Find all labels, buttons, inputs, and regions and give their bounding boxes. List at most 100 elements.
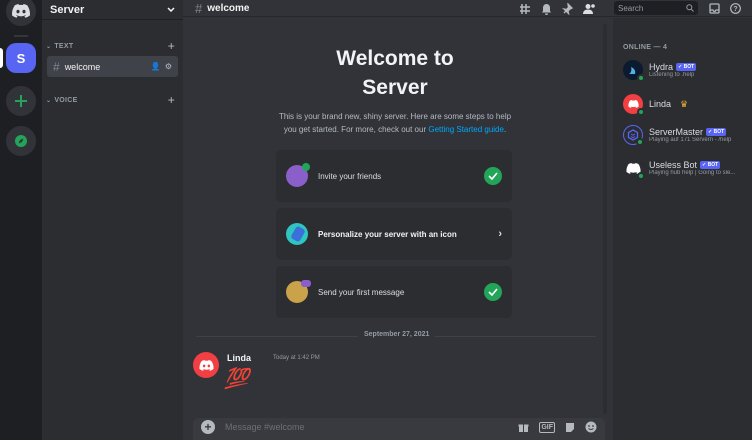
member-status: Playing hub help | Going to sle... bbox=[649, 170, 736, 176]
category-voice[interactable]: ⌄ VOICE + bbox=[42, 93, 183, 107]
add-server-button[interactable] bbox=[6, 86, 36, 116]
online-header: ONLINE — 4 bbox=[623, 44, 668, 51]
avatar bbox=[623, 158, 645, 180]
search-input[interactable]: Search bbox=[614, 1, 698, 15]
help-icon[interactable]: ? bbox=[730, 3, 741, 14]
member-status: Listening to .help bbox=[649, 72, 695, 78]
online-status-icon bbox=[637, 74, 645, 82]
member-name: Hydra bbox=[649, 62, 674, 72]
category-text-label: TEXT bbox=[54, 42, 74, 50]
add-text-channel-button[interactable]: + bbox=[168, 39, 175, 53]
step-label: Send your first message bbox=[318, 287, 405, 297]
online-status-icon bbox=[637, 172, 645, 180]
server-icon-button[interactable]: S bbox=[6, 43, 36, 73]
divider-date: September 27, 2021 bbox=[358, 331, 436, 338]
message-content: 💯 bbox=[224, 368, 249, 390]
message-input[interactable]: Message #welcome bbox=[225, 422, 305, 432]
gear-icon[interactable]: ⚙ bbox=[165, 62, 172, 71]
explore-servers-button[interactable] bbox=[6, 126, 36, 156]
upload-button[interactable]: + bbox=[201, 420, 215, 434]
server-name: Server bbox=[50, 3, 85, 16]
discord-home-button[interactable] bbox=[6, 0, 36, 26]
server-initial: S bbox=[16, 50, 26, 66]
gift-icon[interactable] bbox=[518, 422, 529, 433]
crown-icon: ♛ bbox=[680, 98, 689, 109]
welcome-subtitle: This is your brand new, shiny server. He… bbox=[270, 110, 520, 136]
inbox-icon[interactable] bbox=[709, 3, 720, 14]
member-linda[interactable]: Linda ♛ bbox=[623, 90, 752, 118]
bot-badge: ✓ BOT bbox=[700, 161, 721, 169]
online-status-icon bbox=[637, 108, 645, 116]
step-label: Personalize your server with an icon bbox=[318, 229, 457, 239]
gif-button[interactable]: GIF bbox=[539, 421, 555, 433]
message-timestamp: Today at 1:42 PM bbox=[273, 355, 320, 361]
bot-badge: ✓ BOT bbox=[676, 63, 697, 71]
bell-icon[interactable] bbox=[541, 3, 552, 15]
member-servermaster[interactable]: ServerMaster ✓ BOT Playing auf 171 Server… bbox=[623, 121, 752, 149]
server-header[interactable]: Server bbox=[42, 0, 183, 20]
invite-member-icon[interactable]: 👤 bbox=[151, 62, 161, 71]
category-voice-label: VOICE bbox=[54, 96, 78, 104]
member-hydra[interactable]: Hydra ✓ BOT Listening to .help bbox=[623, 56, 752, 84]
pin-icon[interactable] bbox=[562, 2, 573, 15]
emoji-icon[interactable] bbox=[585, 421, 597, 433]
step-label: Invite your friends bbox=[318, 171, 382, 181]
member-name: Linda bbox=[649, 99, 672, 109]
sticker-icon[interactable] bbox=[565, 422, 575, 433]
message-composer[interactable]: + Message #welcome GIF bbox=[193, 418, 605, 440]
discord-logo-icon bbox=[12, 4, 30, 18]
chevron-right-icon: › bbox=[498, 228, 502, 240]
channel-name: welcome bbox=[64, 61, 101, 72]
welcome-title-line1: Welcome to bbox=[336, 47, 454, 70]
channel-welcome[interactable]: # welcome 👤 ⚙ bbox=[47, 56, 178, 77]
avatar bbox=[623, 60, 645, 82]
send-message-icon bbox=[286, 280, 311, 303]
plus-icon bbox=[15, 95, 27, 107]
step-personalize-server[interactable]: Personalize your server with an icon › bbox=[276, 208, 512, 260]
bot-badge: ✓ BOT bbox=[706, 128, 727, 136]
search-icon bbox=[686, 4, 694, 12]
channel-sidebar: Server ⌄ TEXT + # welcome 👤 ⚙ ⌄ VOICE + bbox=[42, 0, 183, 440]
svg-text:?: ? bbox=[733, 6, 737, 13]
avatar bbox=[623, 125, 644, 146]
text-channel-icon: # bbox=[53, 59, 60, 74]
chevron-down-icon bbox=[167, 7, 175, 12]
threads-icon[interactable] bbox=[519, 3, 531, 15]
compass-icon bbox=[15, 135, 27, 147]
welcome-sub-line2: you get started. For more, check out our bbox=[283, 125, 427, 134]
chevron-down-icon: ⌄ bbox=[46, 97, 52, 104]
welcome-title-line2: Server bbox=[362, 76, 428, 99]
invite-friends-icon bbox=[286, 163, 310, 187]
chevron-down-icon: ⌄ bbox=[46, 43, 52, 50]
member-useless-bot[interactable]: Useless Bot ✓ BOT Playing hub help | Goin… bbox=[623, 154, 752, 182]
welcome-sub-line1: This is your brand new, shiny server. He… bbox=[278, 112, 512, 121]
server-rail: S bbox=[0, 0, 42, 440]
member-list-icon[interactable] bbox=[583, 3, 596, 15]
avatar[interactable] bbox=[193, 352, 219, 378]
step-send-first-message[interactable]: Send your first message bbox=[276, 266, 512, 318]
member-status: Playing auf 171 Servern - /help bbox=[649, 137, 732, 143]
online-status-icon bbox=[636, 138, 644, 146]
step-invite-friends[interactable]: Invite your friends bbox=[276, 150, 512, 202]
channel-topbar: # welcome Search ? bbox=[183, 0, 752, 17]
discord-logo-icon bbox=[198, 359, 214, 371]
avatar bbox=[623, 94, 645, 116]
message-author[interactable]: Linda bbox=[227, 353, 251, 363]
check-icon bbox=[484, 167, 502, 185]
text-channel-icon: # bbox=[195, 0, 203, 16]
personalize-server-icon bbox=[286, 223, 308, 245]
search-placeholder: Search bbox=[618, 3, 644, 13]
rail-separator bbox=[14, 35, 28, 37]
member-name: ServerMaster bbox=[649, 127, 704, 137]
category-text[interactable]: ⌄ TEXT + bbox=[42, 39, 183, 53]
member-list: ONLINE — 4 Hydra ✓ BOT Listening to .help… bbox=[613, 18, 752, 440]
welcome-sub-end: . bbox=[503, 125, 507, 134]
topbar-channel-name: welcome bbox=[207, 2, 250, 14]
add-voice-channel-button[interactable]: + bbox=[168, 93, 175, 107]
selected-server-indicator bbox=[0, 48, 3, 68]
getting-started-link[interactable]: Getting Started guide bbox=[428, 125, 504, 134]
discord-logo-icon bbox=[627, 100, 639, 108]
topbar-channel-title: # welcome bbox=[183, 1, 249, 16]
welcome-title: Welcome to Server bbox=[183, 44, 607, 102]
check-icon bbox=[484, 283, 502, 301]
